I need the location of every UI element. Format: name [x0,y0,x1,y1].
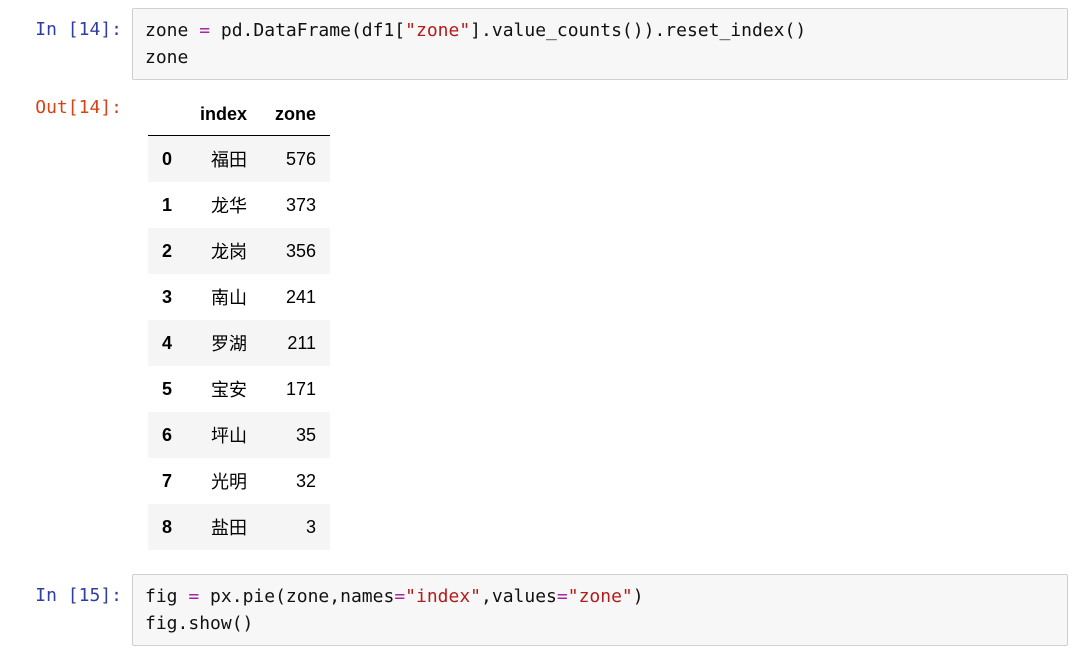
code-token: . [654,20,665,41]
row-index: 8 [148,504,186,550]
code-token: show [188,613,231,634]
input-prompt: In [15]: [12,574,132,607]
row-index: 5 [148,366,186,412]
code-token: "zone" [568,586,633,607]
prompt-prefix: Out[ [35,97,78,118]
cell-zone: 3 [261,504,330,550]
cell-index: 龙华 [186,182,261,228]
table-header-row: index zone [148,94,330,136]
cell-index: 龙岗 [186,228,261,274]
code-token: "index" [405,586,481,607]
cell-index: 宝安 [186,366,261,412]
row-index: 0 [148,136,186,183]
row-index: 2 [148,228,186,274]
cell-in-15: In [15]: fig = px.pie(zone,names="index"… [12,574,1068,646]
table-row: 6坪山35 [148,412,330,458]
code-token: ( [275,586,286,607]
cell-index: 光明 [186,458,261,504]
column-header-zone: zone [261,94,330,136]
code-input[interactable]: fig = px.pie(zone,names="index",values="… [132,574,1068,646]
code-token: zone [145,20,199,41]
code-token: () [232,613,254,634]
row-index: 1 [148,182,186,228]
code-token: df1 [362,20,395,41]
input-prompt: In [14]: [12,8,132,41]
prompt-suffix: ]: [100,97,122,118]
table-row: 2龙岗356 [148,228,330,274]
table-row: 7光明32 [148,458,330,504]
prompt-number: 14 [79,19,101,40]
row-index: 7 [148,458,186,504]
code-token: value_counts [492,20,622,41]
dataframe-table: index zone 0福田5761龙华3732龙岗3563南山2414罗湖21… [148,94,330,550]
prompt-suffix: ]: [100,585,122,606]
cell-zone: 576 [261,136,330,183]
cell-zone: 32 [261,458,330,504]
cell-index: 南山 [186,274,261,320]
code-token: . [243,20,254,41]
cell-zone: 373 [261,182,330,228]
row-index: 3 [148,274,186,320]
cell-index: 罗湖 [186,320,261,366]
code-token: . [481,20,492,41]
table-row: 4罗湖211 [148,320,330,366]
cell-index: 坪山 [186,412,261,458]
row-index: 4 [148,320,186,366]
row-index: 6 [148,412,186,458]
cell-zone: 211 [261,320,330,366]
code-token: . [178,613,189,634]
code-token: zone [145,47,188,68]
prompt-prefix: In [ [35,585,78,606]
code-token: px [199,586,232,607]
code-token: , [481,586,492,607]
cell-index: 盐田 [186,504,261,550]
code-token: "zone" [405,20,470,41]
output-area: index zone 0福田5761龙华3732龙岗3563南山2414罗湖21… [132,86,1068,550]
code-token: names [340,586,394,607]
cell-zone: 241 [261,274,330,320]
code-token: , [329,586,340,607]
cell-index: 福田 [186,136,261,183]
cell-in-14: In [14]: zone = pd.DataFrame(df1["zone"]… [12,8,1068,80]
prompt-number: 15 [79,585,101,606]
prompt-number: 14 [79,97,101,118]
cell-zone: 356 [261,228,330,274]
spacer [12,556,1068,574]
output-prompt: Out[14]: [12,86,132,119]
jupyter-notebook: In [14]: zone = pd.DataFrame(df1["zone"]… [0,0,1080,660]
code-token: [ [394,20,405,41]
prompt-prefix: In [ [35,19,78,40]
cell-out-14: Out[14]: index zone 0福田5761龙华3732龙岗3563南… [12,86,1068,550]
code-token: fig [145,613,178,634]
code-token: DataFrame [253,20,351,41]
table-row: 8盐田3 [148,504,330,550]
cell-zone: 171 [261,366,330,412]
column-header-index: index [186,94,261,136]
table-row: 3南山241 [148,274,330,320]
code-token: () [785,20,807,41]
cell-zone: 35 [261,412,330,458]
code-input[interactable]: zone = pd.DataFrame(df1["zone"].value_co… [132,8,1068,80]
code-token: = [199,20,210,41]
code-token: pie [243,586,276,607]
table-corner [148,94,186,136]
code-token: reset_index [665,20,784,41]
table-row: 1龙华373 [148,182,330,228]
prompt-suffix: ]: [100,19,122,40]
code-token: () [622,20,644,41]
code-token: . [232,586,243,607]
code-token: ] [470,20,481,41]
code-token: = [394,586,405,607]
code-token: values [492,586,557,607]
code-token: zone [286,586,329,607]
code-token: = [557,586,568,607]
code-token: pd [210,20,243,41]
code-token: ( [351,20,362,41]
code-token: ) [644,20,655,41]
code-token: ) [633,586,644,607]
code-token: fig [145,586,188,607]
table-row: 5宝安171 [148,366,330,412]
table-row: 0福田576 [148,136,330,183]
code-token: = [188,586,199,607]
